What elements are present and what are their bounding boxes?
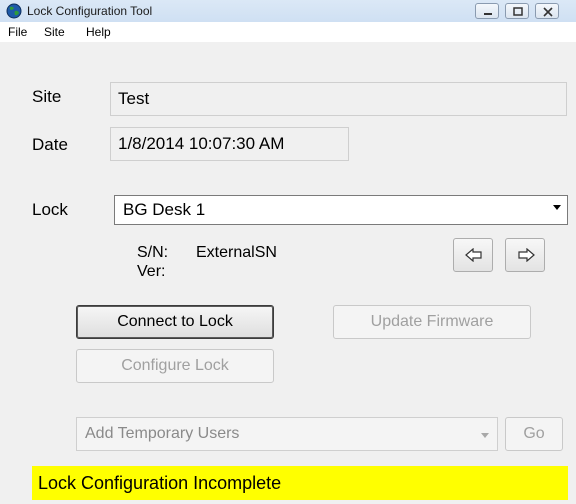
menu-help[interactable]: Help [86, 25, 111, 39]
arrow-right-icon [518, 248, 535, 262]
lock-select[interactable]: BG Desk 1 [114, 195, 568, 225]
site-label: Site [32, 87, 62, 106]
previous-lock-button[interactable] [453, 238, 493, 272]
menu-bar: File Site Help [0, 22, 576, 42]
title-bar: Lock Configuration Tool [0, 0, 576, 22]
next-lock-button[interactable] [505, 238, 545, 272]
menu-file[interactable]: File [8, 25, 27, 39]
chevron-down-icon [553, 205, 561, 210]
configure-lock-button[interactable]: Configure Lock [76, 349, 274, 383]
site-field: Test [110, 82, 567, 116]
chevron-down-icon [481, 433, 489, 438]
close-icon [543, 7, 553, 17]
sn-label: S/N: [137, 244, 169, 261]
app-globe-icon [6, 3, 22, 19]
window-title: Lock Configuration Tool [27, 4, 153, 18]
connect-to-lock-button[interactable]: Connect to Lock [76, 305, 274, 339]
status-banner: Lock Configuration Incomplete [32, 466, 568, 500]
date-value: 1/8/2014 10:07:30 AM [118, 134, 285, 153]
arrow-left-icon [465, 248, 482, 262]
close-button[interactable] [535, 3, 559, 19]
date-field: 1/8/2014 10:07:30 AM [110, 127, 349, 161]
date-label: Date [32, 135, 68, 154]
lock-label: Lock [32, 200, 68, 219]
maximize-icon [513, 7, 523, 16]
status-text: Lock Configuration Incomplete [38, 472, 282, 493]
site-value: Test [118, 89, 150, 108]
lock-configuration-window: Lock Configuration Tool File Site Help S… [0, 0, 576, 504]
temporary-users-select[interactable]: Add Temporary Users [76, 417, 498, 451]
minimize-icon [484, 13, 492, 15]
lock-selected-value: BG Desk 1 [123, 200, 206, 219]
maximize-button[interactable] [505, 3, 529, 19]
minimize-button[interactable] [475, 3, 499, 19]
go-button[interactable]: Go [505, 417, 563, 451]
menu-site[interactable]: Site [44, 25, 65, 39]
temporary-users-value: Add Temporary Users [85, 425, 240, 442]
sn-value: ExternalSN [196, 244, 277, 261]
update-firmware-button[interactable]: Update Firmware [333, 305, 531, 339]
version-label: Ver: [137, 263, 166, 280]
